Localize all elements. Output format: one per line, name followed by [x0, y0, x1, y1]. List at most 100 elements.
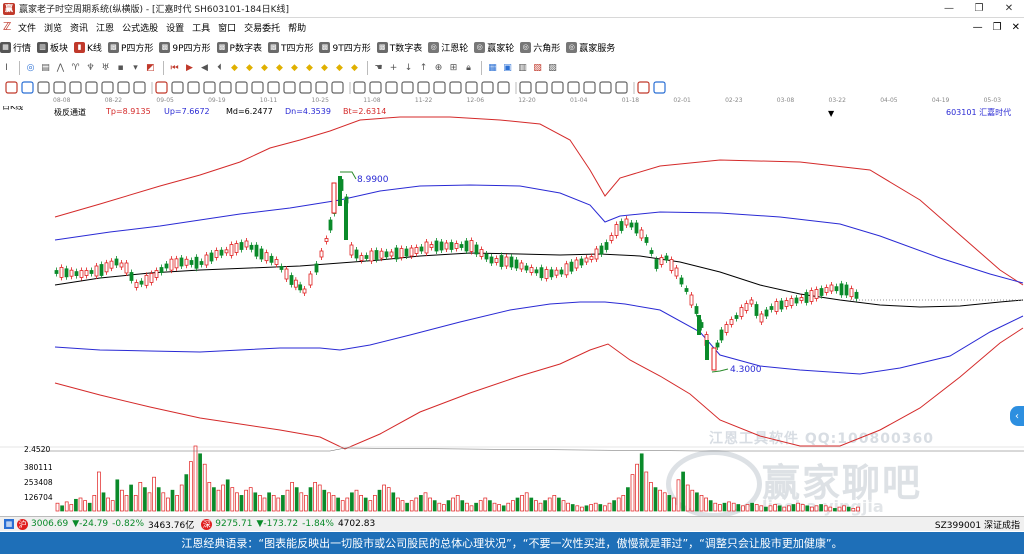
cycle-tool-icon[interactable]: ♅ — [99, 62, 112, 75]
rect-tool-icon[interactable]: ▤ — [39, 62, 52, 75]
ellipse-tool-icon[interactable]: ◎ — [24, 62, 37, 75]
diamond-6-icon[interactable]: ◆ — [303, 62, 316, 75]
tool-33-icon[interactable] — [551, 81, 564, 94]
tool-19-icon[interactable] — [315, 81, 328, 94]
mdi-close-button[interactable]: ✕ — [1012, 22, 1020, 33]
tool-11-icon[interactable] — [187, 81, 200, 94]
minimize-button[interactable]: — — [934, 0, 964, 17]
diamond-2-icon[interactable]: ◆ — [243, 62, 256, 75]
toolbar-gann-wheel-button[interactable]: ◎ 江恩轮 — [428, 41, 468, 54]
toolbar-9p-square-button[interactable]: ▩ 9P四方形 — [159, 41, 211, 54]
cursor-icon[interactable]: I — [0, 62, 13, 75]
toolbar-service-button[interactable]: ◎ 赢家服务 — [566, 41, 615, 54]
tool-8-icon[interactable] — [133, 81, 146, 94]
diamond-4-icon[interactable]: ◆ — [273, 62, 286, 75]
tool-18-icon[interactable] — [299, 81, 312, 94]
flag-tool-icon[interactable]: ◩ — [144, 62, 157, 75]
pointer-left-icon[interactable]: ◀ — [198, 62, 211, 75]
mdi-minimize-button[interactable]: — — [973, 22, 983, 33]
tool-14-icon[interactable] — [235, 81, 248, 94]
toolbar-hexagon-button[interactable]: ◎ 六角形 — [520, 41, 560, 54]
sh-index[interactable]: 3006.69 — [31, 519, 68, 529]
tool-37-icon[interactable] — [615, 81, 628, 94]
tool-30-icon[interactable] — [497, 81, 510, 94]
tool-0-icon[interactable] — [5, 81, 18, 94]
tool-13-icon[interactable] — [219, 81, 232, 94]
save-icon[interactable]: ▣ — [501, 62, 514, 75]
indicator-icon[interactable]: ▨ — [546, 62, 559, 75]
print-icon[interactable]: ▥ — [516, 62, 529, 75]
tool-16-icon[interactable] — [267, 81, 280, 94]
toolbar-winner-wheel-button[interactable]: ◎ 赢家轮 — [474, 41, 514, 54]
menu-tools[interactable]: 工具 — [192, 21, 210, 34]
menu-file[interactable]: 文件 — [18, 21, 36, 34]
tool-36-icon[interactable] — [599, 81, 612, 94]
zoom-icon[interactable]: ⊕ — [432, 62, 445, 75]
tool-38-icon[interactable] — [637, 81, 650, 94]
crosshair-icon[interactable]: + — [387, 62, 400, 75]
grid-tool-icon[interactable]: ⊞ — [447, 62, 460, 75]
tool-10-icon[interactable] — [171, 81, 184, 94]
maximize-button[interactable]: ❐ — [964, 0, 994, 17]
tool-3-icon[interactable] — [53, 81, 66, 94]
back-icon[interactable]: ⏴ — [213, 62, 226, 75]
fan-tool-icon[interactable]: ⋀ — [54, 62, 67, 75]
tool-39-icon[interactable] — [653, 81, 666, 94]
chart-area[interactable]: 8.9900 4.3000 2.4520 380111 253408 126704 — [0, 97, 1024, 516]
close-button[interactable]: ✕ — [994, 0, 1024, 17]
tool-17-icon[interactable] — [283, 81, 296, 94]
tool-29-icon[interactable] — [481, 81, 494, 94]
tool-32-icon[interactable] — [535, 81, 548, 94]
tool-1-icon[interactable] — [21, 81, 34, 94]
tool-22-icon[interactable] — [369, 81, 382, 94]
tool-20-icon[interactable] — [331, 81, 344, 94]
arrow-down-icon[interactable]: ↓ — [402, 62, 415, 75]
tool-21-icon[interactable] — [353, 81, 366, 94]
diamond-3-icon[interactable]: ◆ — [258, 62, 271, 75]
menu-settings[interactable]: 设置 — [166, 21, 184, 34]
first-bar-icon[interactable]: ⏮ — [168, 62, 181, 75]
tool-9-icon[interactable] — [155, 81, 168, 94]
diamond-7-icon[interactable]: ◆ — [318, 62, 331, 75]
toolbar-9t-square-button[interactable]: ▩ 9T四方形 — [319, 41, 371, 54]
calc-icon[interactable]: ▦ — [486, 62, 499, 75]
toolbar-blocks-button[interactable]: ▥ 板块 — [37, 41, 68, 54]
diamond-5-icon[interactable]: ◆ — [288, 62, 301, 75]
menu-formula[interactable]: 公式选股 — [122, 21, 158, 34]
tool-2-icon[interactable] — [37, 81, 50, 94]
chart-tool-icon[interactable]: ▧ — [531, 62, 544, 75]
toolbar-grid-button[interactable]: ▦ 行情 — [0, 41, 31, 54]
toolbar-kline-button[interactable]: ▮ K线 — [74, 41, 102, 54]
tool-5-icon[interactable] — [85, 81, 98, 94]
toolbar-p-square-button[interactable]: ▩ P四方形 — [107, 41, 153, 54]
sz-index[interactable]: 9275.71 — [215, 519, 252, 529]
arrow-up-icon[interactable]: ↑ — [417, 62, 430, 75]
toolbar-p-table-button[interactable]: ▩ P数字表 — [216, 41, 262, 54]
menu-trade[interactable]: 交易委托 — [244, 21, 280, 34]
tool-35-icon[interactable] — [583, 81, 596, 94]
hand-icon[interactable]: ☚ — [372, 62, 385, 75]
diamond-9-icon[interactable]: ◆ — [348, 62, 361, 75]
tool-28-icon[interactable] — [465, 81, 478, 94]
toolbar-t-square-button[interactable]: ▩ T四方形 — [267, 41, 313, 54]
lock-icon[interactable]: 🔒︎ — [462, 62, 475, 75]
tool-26-icon[interactable] — [433, 81, 446, 94]
menu-browse[interactable]: 浏览 — [44, 21, 62, 34]
menu-info[interactable]: 资讯 — [70, 21, 88, 34]
tool-4-icon[interactable] — [69, 81, 82, 94]
tool-31-icon[interactable] — [519, 81, 532, 94]
tool-7-icon[interactable] — [117, 81, 130, 94]
diamond-8-icon[interactable]: ◆ — [333, 62, 346, 75]
box-tool-icon[interactable]: ▪ — [114, 62, 127, 75]
menu-help[interactable]: 帮助 — [288, 21, 306, 34]
menu-window[interactable]: 窗口 — [218, 21, 236, 34]
tool-27-icon[interactable] — [449, 81, 462, 94]
kline-chart[interactable]: 8.9900 4.3000 2.4520 380111 253408 126704 — [0, 97, 1024, 516]
tool-23-icon[interactable] — [385, 81, 398, 94]
tool-34-icon[interactable] — [567, 81, 580, 94]
menu-gann[interactable]: 江恩 — [96, 21, 114, 34]
tool-6-icon[interactable] — [101, 81, 114, 94]
channel-tool-icon[interactable]: ♈ — [69, 62, 82, 75]
toolbar-t-table-button[interactable]: ▩ T数字表 — [376, 41, 422, 54]
dropdown-icon[interactable]: ▾ — [129, 62, 142, 75]
